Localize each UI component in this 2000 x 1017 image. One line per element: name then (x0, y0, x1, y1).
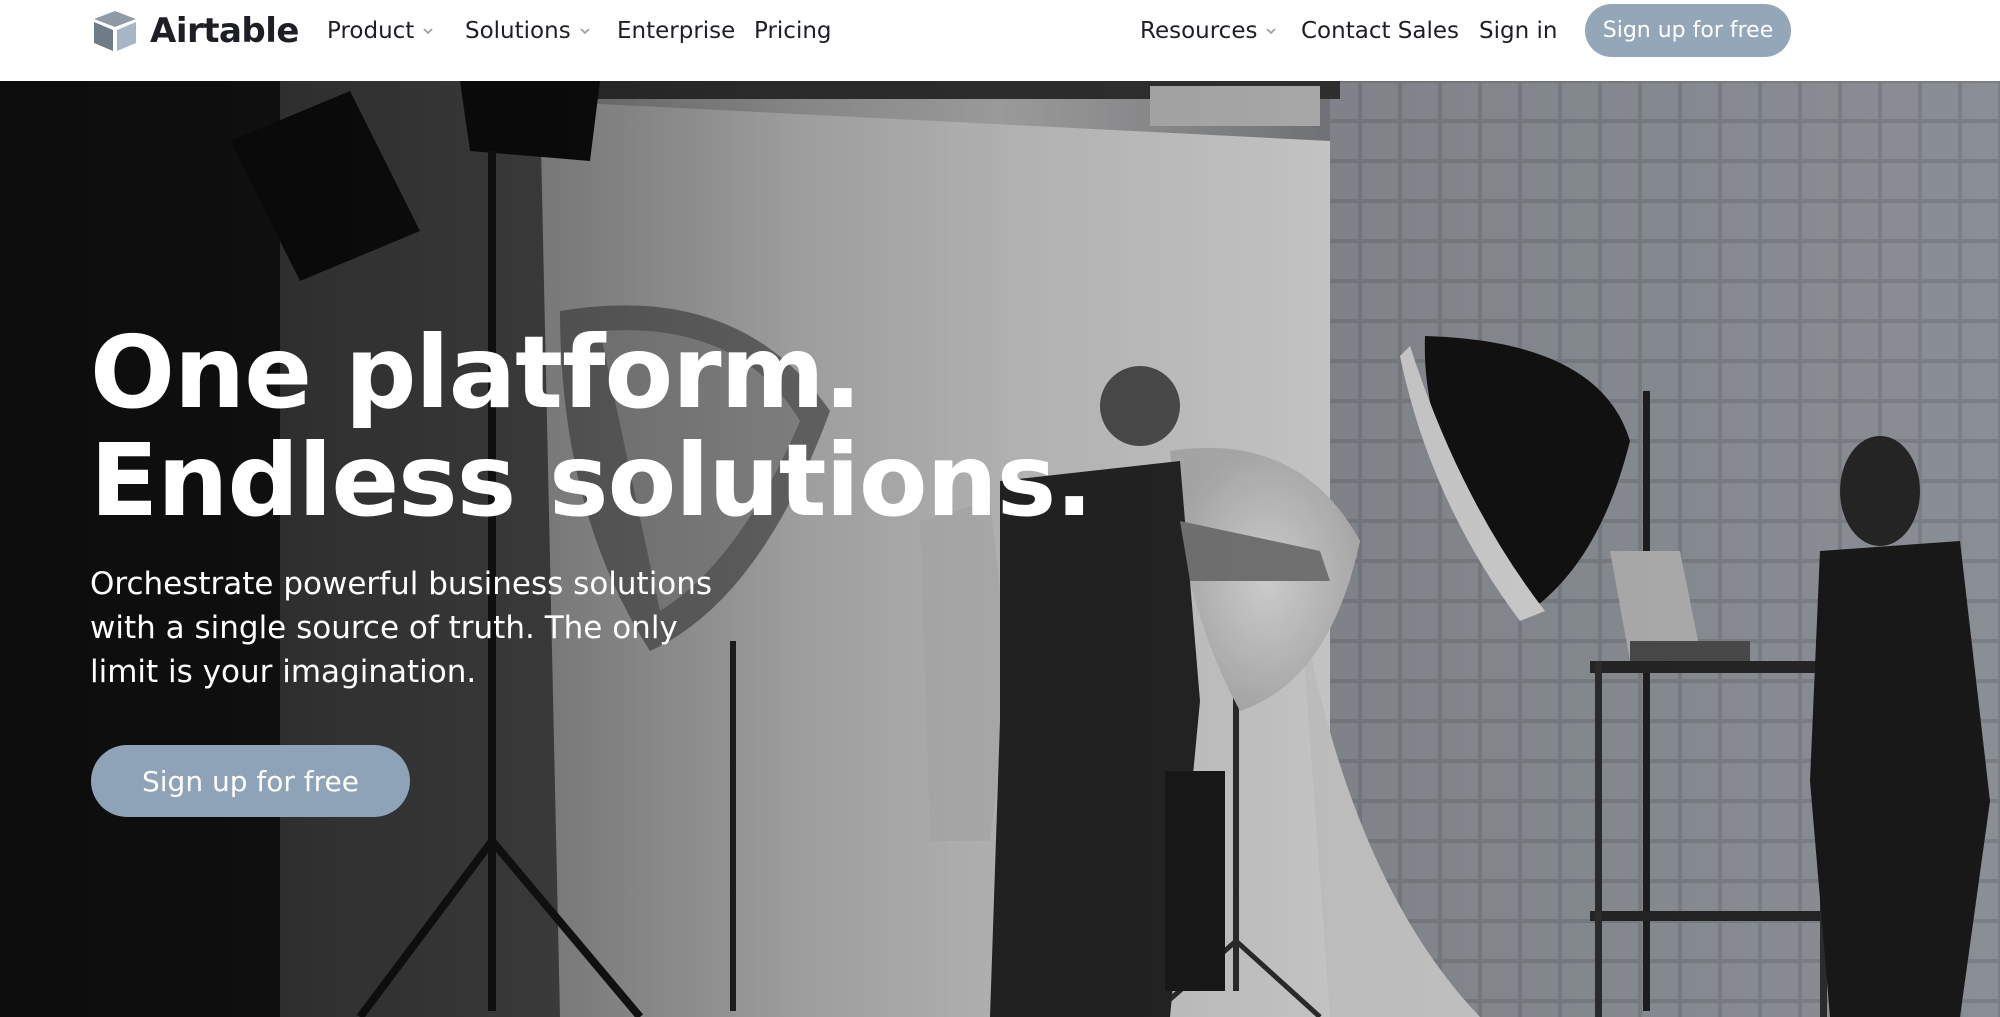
headline-line-1: One platform. (90, 314, 862, 431)
airtable-cube-logo-icon (94, 11, 136, 51)
nav-item-solutions[interactable]: Solutions (465, 14, 591, 48)
nav-item-enterprise[interactable]: Enterprise (617, 14, 735, 48)
chevron-down-icon (423, 28, 433, 35)
nav-item-sign-in[interactable]: Sign in (1479, 14, 1557, 48)
nav-item-resources[interactable]: Resources (1140, 14, 1277, 48)
chevron-down-icon (580, 28, 590, 35)
nav-item-label: Enterprise (617, 18, 736, 44)
top-navigation: Airtable Product Solutions Enterprise Pr… (0, 0, 2000, 81)
nav-item-product[interactable]: Product (327, 14, 434, 48)
nav-item-label: Contact Sales (1301, 18, 1460, 44)
hero-headline: One platform. Endless solutions. (90, 319, 1093, 535)
nav-item-pricing[interactable]: Pricing (754, 14, 832, 48)
hero-subtext: Orchestrate powerful business solutions … (90, 566, 713, 690)
nav-item-label: Solutions (465, 18, 571, 44)
headline-line-2: Endless solutions. (90, 422, 1093, 539)
airtable-logo[interactable]: Airtable (90, 8, 299, 54)
nav-item-label: Product (327, 18, 415, 44)
brand-name: Airtable (150, 11, 299, 51)
sign-up-button-nav[interactable]: Sign up for free (1585, 4, 1791, 57)
chevron-down-icon (1266, 28, 1277, 35)
nav-item-label: Resources (1140, 18, 1258, 44)
nav-item-contact-sales[interactable]: Contact Sales (1301, 14, 1459, 48)
hero-background-photo (0, 81, 2000, 1017)
hero-section: One platform. Endless solutions. Orchest… (0, 81, 2000, 1017)
sign-up-button-hero[interactable]: Sign up for free (91, 745, 410, 817)
nav-item-label: Pricing (754, 18, 832, 44)
nav-item-label: Sign in (1479, 18, 1558, 44)
